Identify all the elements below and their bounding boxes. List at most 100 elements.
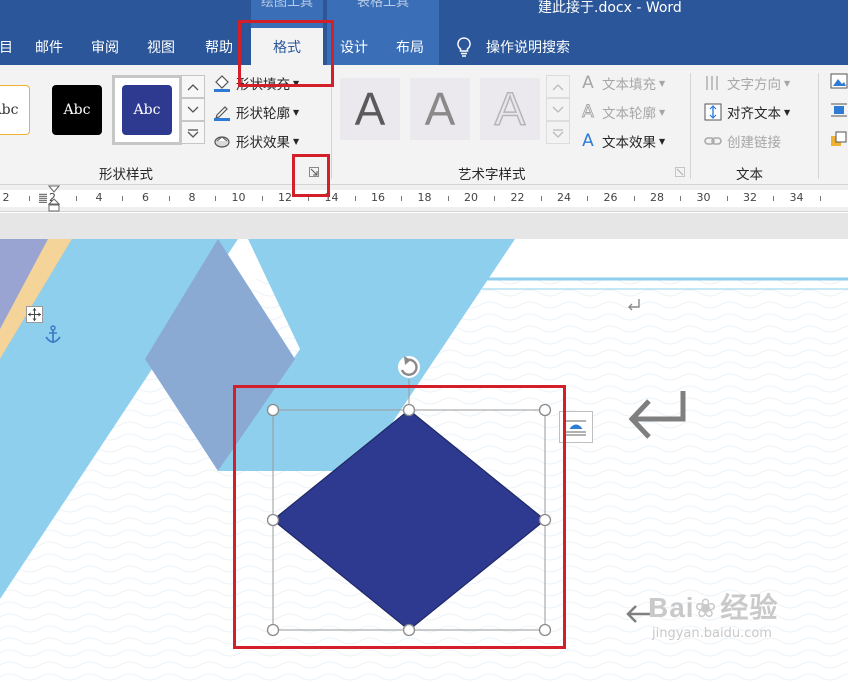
watermark-brand: Bai	[648, 592, 695, 623]
text-outline-label: 文本轮廓	[602, 106, 656, 122]
ruler-number: 26	[603, 191, 618, 204]
link-icon	[703, 132, 723, 150]
wordart-letter: A	[494, 82, 526, 136]
swatch-text: Abc	[133, 102, 161, 118]
tab-layout[interactable]: 布局	[381, 28, 439, 65]
tab-view[interactable]: 视图	[138, 28, 184, 65]
align-text-label: 对齐文本	[727, 106, 781, 122]
shape-style-swatch-2[interactable]: Abc	[52, 85, 102, 135]
ruler-tick	[354, 196, 356, 201]
shape-outline-label: 形状轮廓	[236, 106, 290, 122]
watermark-brand-2: 经验	[720, 592, 779, 623]
ruler-tick	[447, 196, 449, 201]
text-group-label: 文本	[736, 167, 763, 183]
shape-effects-icon	[212, 132, 232, 150]
ruler-tick	[261, 196, 263, 201]
gallery-down-arrow[interactable]	[181, 98, 205, 121]
horizontal-ruler[interactable]: 2 2 4 6 8 10 12 14 16 18 20 22 24 26 28 30 32 34	[0, 185, 848, 212]
wordart-style-3[interactable]: A	[480, 78, 540, 140]
shape-styles-group-label: 形状样式	[99, 167, 153, 183]
text-direction-button[interactable]: 文字方向 ▼	[703, 73, 790, 93]
wordart-dialog-launcher[interactable]	[675, 167, 685, 177]
insert-picture-partial-icon[interactable]	[830, 73, 848, 89]
gallery-down-arrow[interactable]	[546, 98, 570, 121]
title-bar: 绘图工具 表格工具 建此接于.docx - Word	[0, 0, 848, 28]
wordart-letter: A	[424, 83, 456, 135]
text-effects-label: 文本效果	[602, 135, 656, 151]
wordart-letter: A	[354, 83, 386, 135]
gallery-more-arrow[interactable]	[546, 121, 570, 144]
table-move-handle[interactable]	[26, 306, 43, 323]
ruler-tick	[540, 196, 542, 201]
ruler-tick	[215, 196, 217, 201]
align-text-icon	[703, 103, 723, 121]
tab-mailings[interactable]: 邮件	[26, 28, 72, 65]
shape-style-swatch-1[interactable]: Abc	[0, 85, 30, 135]
gallery-up-arrow[interactable]	[546, 75, 570, 98]
wordart-style-2[interactable]: A	[410, 78, 470, 140]
text-effects-button[interactable]: A 文本效果 ▼	[578, 131, 665, 151]
shape-effects-label: 形状效果	[236, 135, 290, 151]
text-direction-label: 文字方向	[727, 77, 781, 93]
text-direction-icon	[703, 74, 723, 92]
page-top-margin	[0, 213, 848, 239]
ribbon-separator	[818, 73, 819, 179]
ruler-tick	[773, 196, 775, 201]
ruler-number: 2	[2, 191, 10, 204]
ruler-number: 30	[696, 191, 711, 204]
bring-forward-partial-icon[interactable]	[830, 131, 848, 147]
pencil-icon	[212, 103, 232, 121]
tell-me-label: 操作说明搜索	[486, 39, 570, 56]
tab-review[interactable]: 审阅	[82, 28, 128, 65]
create-link-button[interactable]: 创建链接	[703, 131, 781, 151]
gallery-more-arrow[interactable]	[181, 121, 205, 144]
ribbon-tab-bar: 目 邮件 审阅 视图 帮助 格式 设计 布局	[0, 28, 848, 65]
wordart-style-1[interactable]: A	[340, 78, 400, 140]
ribbon-format: Abc Abc Abc 形状填充▼	[0, 65, 848, 185]
ruler-tick	[122, 196, 124, 201]
swatch-text: Abc	[0, 102, 19, 118]
tab-partial[interactable]: 目	[0, 28, 13, 65]
gallery-up-arrow[interactable]	[181, 75, 205, 98]
shape-effects-button[interactable]: 形状效果 ▼	[212, 131, 299, 151]
ruler-number: 4	[95, 191, 103, 204]
ruler-tick	[168, 196, 170, 201]
text-fill-label: 文本填充	[602, 77, 656, 93]
tab-help[interactable]: 帮助	[196, 28, 242, 65]
shape-style-swatch-3[interactable]: Abc	[122, 85, 172, 135]
ruler-number: 12	[278, 191, 292, 204]
ruler-tick	[819, 196, 821, 201]
create-link-label: 创建链接	[727, 135, 781, 151]
shape-outline-button[interactable]: 形状轮廓 ▼	[212, 102, 299, 122]
highlight-format-tab	[238, 20, 334, 87]
ruler-number: 24	[557, 191, 571, 204]
wrap-text-partial-icon[interactable]	[830, 102, 848, 118]
ruler-number: 16	[371, 191, 385, 204]
shape-style-gallery-scroll	[181, 75, 205, 145]
indent-marker[interactable]	[47, 185, 61, 212]
align-text-button[interactable]: 对齐文本 ▼	[703, 102, 790, 122]
text-fill-button[interactable]: A 文本填充 ▼	[578, 73, 665, 93]
watermark: Bai❀ 经验 jingyan.baidu.com	[648, 586, 778, 641]
ruler-tick	[75, 196, 77, 201]
anchor-icon[interactable]	[44, 325, 62, 350]
paw-icon: ❀	[694, 594, 717, 624]
wordart-gallery-scroll	[546, 75, 570, 145]
tab-selector-icon[interactable]	[39, 193, 47, 203]
ruler-tick	[494, 196, 496, 201]
tell-me-search[interactable]: 操作说明搜索	[456, 28, 570, 65]
ribbon-separator	[331, 73, 332, 179]
paragraph-mark-icon	[626, 297, 642, 316]
ruler-number: 22	[510, 191, 525, 204]
watermark-url: jingyan.baidu.com	[652, 626, 772, 641]
table-tools-group: 表格工具	[327, 0, 439, 28]
ruler-tick	[680, 196, 682, 201]
highlight-dialog-launcher	[292, 154, 330, 197]
text-outline-icon: A	[582, 102, 595, 123]
ruler-number: 18	[417, 191, 432, 204]
wordart-styles-group-label: 艺术字样式	[458, 167, 526, 183]
text-outline-button[interactable]: A 文本轮廓 ▼	[578, 102, 665, 123]
rotate-icon	[398, 356, 420, 378]
tab-design[interactable]: 设计	[327, 28, 381, 65]
lightbulb-icon	[456, 36, 472, 57]
